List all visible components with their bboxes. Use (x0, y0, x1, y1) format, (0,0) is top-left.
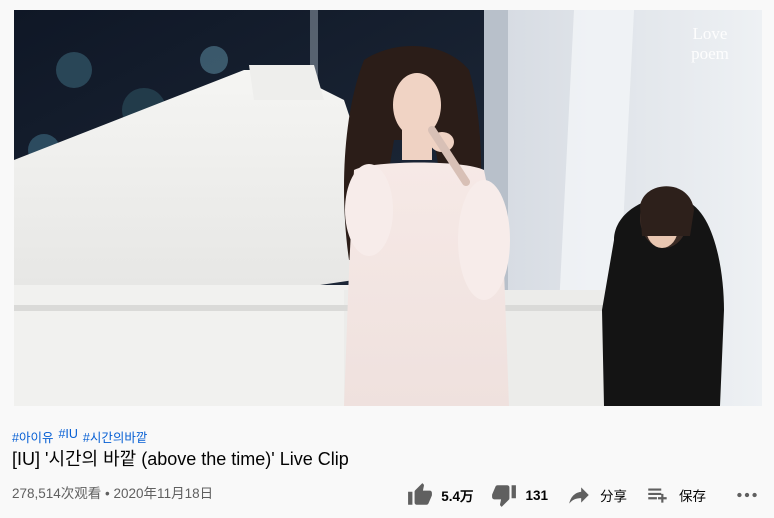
channel-watermark: Love poem (680, 24, 740, 64)
video-meta: 278,514次观看 • 2020年11月18日 (12, 486, 214, 501)
action-bar: 5.4万 131 分享 保存 (407, 480, 760, 510)
watermark-line-2: poem (691, 44, 729, 63)
dislike-count: 131 (525, 487, 548, 503)
dislike-button[interactable]: 131 (491, 480, 548, 510)
share-label: 分享 (600, 489, 627, 504)
video-player[interactable]: Love poem (14, 10, 762, 406)
playlist-add-icon (648, 488, 667, 503)
hashtag-link[interactable]: #IU (58, 427, 77, 443)
video-title: [IU] '시간의 바깥 (above the time)' Live Clip (12, 449, 349, 469)
more-icon (737, 492, 757, 498)
more-actions-button[interactable] (734, 480, 760, 510)
hashtag-list: #아이유 #IU #시간의바깥 (12, 427, 147, 445)
hashtag-link[interactable]: #아이유 (12, 427, 53, 445)
save-button[interactable]: 保存 (645, 480, 706, 510)
like-count: 5.4万 (441, 489, 474, 504)
like-button[interactable]: 5.4万 (407, 480, 473, 510)
watermark-line-1: Love (692, 24, 728, 43)
thumb-up-icon (408, 483, 433, 505)
save-label: 保存 (679, 489, 706, 504)
thumb-down-icon (492, 485, 517, 507)
share-button[interactable]: 分享 (566, 480, 627, 510)
video-frame (14, 10, 762, 406)
share-icon (569, 487, 589, 504)
hashtag-link[interactable]: #시간의바깥 (83, 427, 147, 445)
